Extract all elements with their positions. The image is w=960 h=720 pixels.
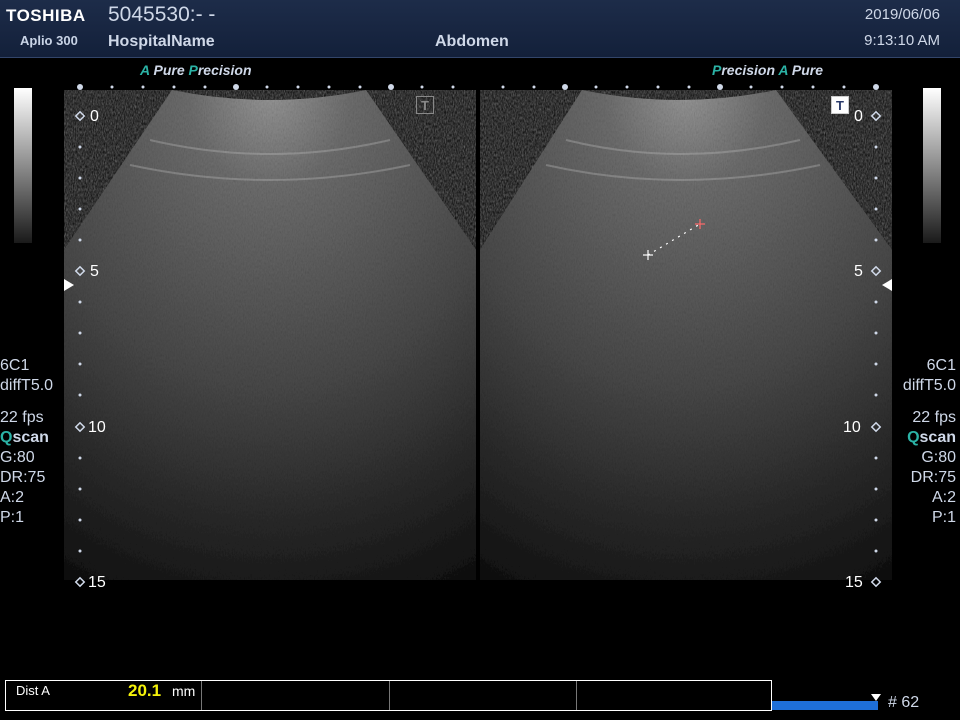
depth-label-right-5: 5 — [854, 263, 863, 280]
depth-label-left-0: 0 — [90, 108, 99, 125]
measurement-value: 20.1 — [128, 681, 162, 700]
measurement-label: Dist A — [16, 683, 50, 698]
frame-number: # 62 — [888, 694, 920, 711]
cine-progress-bar[interactable] — [772, 701, 878, 710]
imaging-params-left: 6C1 diffT5.0 22 fps Qscan G:80 DR:75 A:2… — [0, 356, 53, 528]
param-dynamic-range: DR:75 — [0, 469, 46, 486]
scan-area — [64, 84, 892, 588]
depth-label-left-15: 15 — [88, 574, 106, 591]
depth-label-left-5: 5 — [90, 263, 99, 280]
depth-label-right-10: 10 — [843, 419, 861, 436]
param-mode: diffT5.0 — [0, 377, 54, 394]
depth-label-right-15: 15 — [845, 574, 863, 591]
imaging-params-right: 6C1 diffT5.0 22 fps Qscan G:80 DR:75 A:2… — [903, 356, 956, 528]
measurement-cell-empty[interactable] — [202, 681, 390, 710]
param-transducer: 6C1 — [0, 357, 30, 374]
param-p: P:1 — [0, 509, 25, 526]
lateral-scale-top — [77, 84, 879, 90]
measurement-table: Dist A 20.1 mm — [5, 680, 772, 711]
param-mode: diffT5.0 — [902, 377, 956, 394]
param-a: A:2 — [931, 489, 956, 506]
param-p: P:1 — [931, 509, 956, 526]
depth-label-left-10: 10 — [88, 419, 106, 436]
param-gain: G:80 — [0, 449, 35, 466]
ultrasound-image-left — [64, 90, 476, 580]
param-transducer: 6C1 — [926, 357, 956, 374]
param-framerate: 22 fps — [912, 409, 956, 426]
param-dynamic-range: DR:75 — [910, 469, 956, 486]
param-framerate: 22 fps — [0, 409, 44, 426]
depth-label-right-0: 0 — [854, 108, 863, 125]
param-qscan: Qscan — [0, 429, 49, 446]
param-qscan: Qscan — [907, 429, 956, 446]
transducer-icon-left[interactable]: T — [416, 96, 434, 114]
param-gain: G:80 — [921, 449, 956, 466]
measurement-cell-empty[interactable] — [577, 681, 771, 710]
param-a: A:2 — [0, 489, 25, 506]
cine-position-marker-icon[interactable] — [871, 694, 881, 701]
ultrasound-image-right — [480, 90, 892, 580]
measurement-unit: mm — [172, 683, 196, 699]
measurement-cell-empty[interactable] — [390, 681, 578, 710]
transducer-icon-right[interactable]: T — [831, 96, 849, 114]
measurement-cell-dist-a[interactable]: Dist A 20.1 mm — [6, 681, 202, 710]
